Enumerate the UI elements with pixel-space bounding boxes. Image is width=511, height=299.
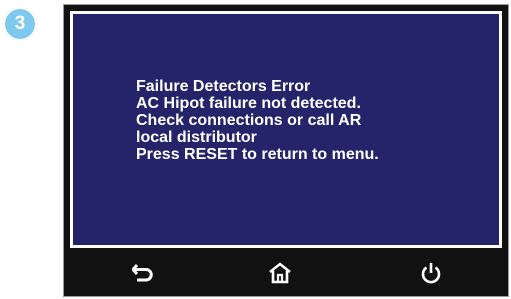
error-detail-line: AC Hipot failure not detected.: [136, 95, 361, 112]
error-title: Failure Detectors Error: [136, 78, 311, 95]
device-screen: Failure Detectors Error AC Hipot failure…: [63, 4, 509, 297]
error-instruction-line: Press RESET to return to menu.: [136, 146, 379, 163]
back-button[interactable]: [128, 257, 160, 289]
step-number-badge: 3: [5, 9, 35, 39]
power-button[interactable]: [415, 257, 447, 289]
error-detail-line: local distributor: [136, 129, 257, 146]
error-message-panel: Failure Detectors Error AC Hipot failure…: [70, 11, 502, 248]
home-icon: [269, 262, 291, 284]
power-icon: [421, 263, 441, 284]
back-arrow-icon: [132, 264, 153, 282]
home-button[interactable]: [264, 257, 296, 289]
error-message: Failure Detectors Error AC Hipot failure…: [136, 78, 379, 163]
footer-toolbar: [64, 250, 508, 296]
error-detail-line: Check connections or call AR: [136, 112, 362, 129]
